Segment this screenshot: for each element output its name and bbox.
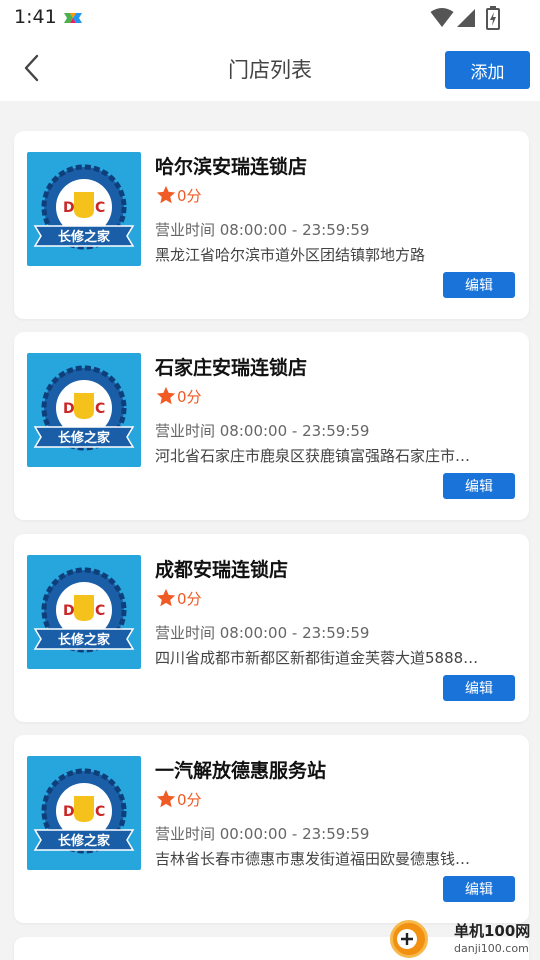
edit-button[interactable]: 编辑 [443, 675, 515, 701]
svg-text:C: C [95, 200, 105, 216]
store-logo-image: D C 长修之家 [33, 164, 135, 250]
store-logo-image: D C 长修之家 [33, 365, 135, 451]
svg-text:长修之家: 长修之家 [58, 833, 111, 849]
svg-text:D: D [63, 603, 75, 619]
svg-text:长修之家: 长修之家 [58, 229, 111, 245]
chevron-left-icon [24, 54, 39, 82]
store-name: 石家庄安瑞连锁店 [155, 357, 308, 379]
add-store-button[interactable]: 添加 [445, 51, 530, 89]
battery-charging-icon [486, 6, 500, 30]
edit-button[interactable]: 编辑 [443, 876, 515, 902]
rating-text: 0分 [177, 387, 202, 406]
wifi-icon [430, 8, 454, 27]
nav-bar: 门店列表 添加 [0, 36, 540, 101]
watermark-badge-icon [390, 920, 428, 958]
svg-text:C: C [95, 401, 105, 417]
rating-row: 0分 [155, 787, 202, 811]
status-time: 1:41 [14, 6, 57, 28]
svg-text:长修之家: 长修之家 [58, 430, 111, 446]
cellular-signal-icon [457, 9, 475, 27]
rating-text: 0分 [177, 186, 202, 205]
store-name: 一汽解放德惠服务站 [155, 760, 327, 782]
back-button[interactable] [14, 50, 50, 86]
store-logo: D C 长修之家 [27, 152, 141, 266]
plus-icon [397, 929, 417, 949]
store-logo: D C 长修之家 [27, 756, 141, 870]
store-name: 哈尔滨安瑞连锁店 [155, 156, 308, 178]
svg-text:C: C [95, 804, 105, 820]
store-address: 四川省成都市新都区新都街道金芙蓉大道5888… [155, 649, 479, 667]
store-logo: D C 长修之家 [27, 555, 141, 669]
store-address: 黑龙江省哈尔滨市道外区团结镇郭地方路 [155, 246, 426, 264]
store-address: 吉林省长春市德惠市惠发街道福田欧曼德惠钱… [155, 850, 471, 868]
star-icon [156, 789, 176, 808]
star-icon [156, 588, 176, 607]
rating-row: 0分 [155, 384, 202, 408]
watermark-title: 单机100网 [454, 922, 531, 940]
business-hours: 营业时间 08:00:00 - 23:59:59 [155, 624, 370, 642]
edit-button[interactable]: 编辑 [443, 272, 515, 298]
svg-text:D: D [63, 200, 75, 216]
edit-button[interactable]: 编辑 [443, 473, 515, 499]
rating-text: 0分 [177, 589, 202, 608]
rating-row: 0分 [155, 183, 202, 207]
watermark-logo: 单机100网 danji100.com [390, 918, 540, 960]
svg-text:C: C [95, 603, 105, 619]
rating-row: 0分 [155, 586, 202, 610]
app-notification-icon [64, 13, 82, 23]
svg-text:长修之家: 长修之家 [58, 632, 111, 648]
store-logo: D C 长修之家 [27, 353, 141, 467]
svg-text:D: D [63, 401, 75, 417]
business-hours: 营业时间 00:00:00 - 23:59:59 [155, 825, 370, 843]
store-logo-image: D C 长修之家 [33, 567, 135, 653]
watermark-url: danji100.com [454, 942, 529, 955]
star-icon [156, 185, 176, 204]
store-name: 成都安瑞连锁店 [155, 559, 289, 581]
status-icons [430, 6, 500, 30]
store-card[interactable]: D C 长修之家 石家庄安瑞连锁店 0分 营业时间 08:00:00 - 23:… [14, 332, 529, 520]
store-address: 河北省石家庄市鹿泉区获鹿镇富强路石家庄市… [155, 447, 471, 465]
store-logo-image: D C 长修之家 [33, 768, 135, 854]
store-card[interactable]: D C 长修之家 一汽解放德惠服务站 0分 营业时间 00:00:00 - 23… [14, 735, 529, 923]
business-hours: 营业时间 08:00:00 - 23:59:59 [155, 422, 370, 440]
rating-text: 0分 [177, 790, 202, 809]
business-hours: 营业时间 08:00:00 - 23:59:59 [155, 221, 370, 239]
star-icon [156, 386, 176, 405]
status-bar: 1:41 [0, 0, 540, 36]
svg-text:D: D [63, 804, 75, 820]
store-card[interactable]: D C 长修之家 哈尔滨安瑞连锁店 0分 营业时间 08:00:00 - 23:… [14, 131, 529, 319]
store-card[interactable]: D C 长修之家 成都安瑞连锁店 0分 营业时间 08:00:00 - 23:5… [14, 534, 529, 722]
